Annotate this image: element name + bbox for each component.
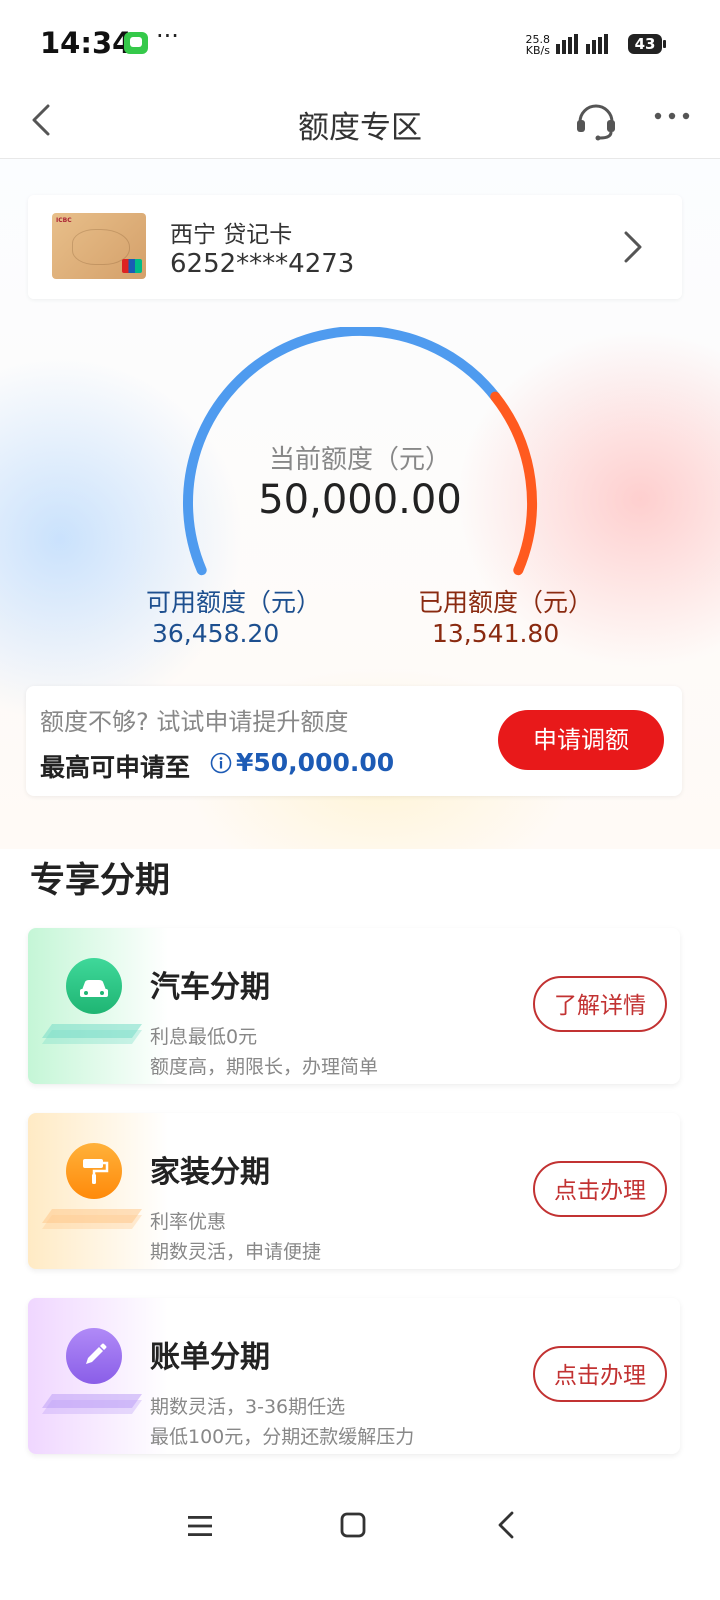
- promo-description: 期数灵活，申请便捷: [150, 1241, 322, 1263]
- promo-card-bill-installment[interactable]: 账单分期 期数灵活，3-36期任选 最低100元，分期还款缓解压力 点击办理: [28, 1298, 680, 1454]
- used-limit-label: 已用额度（元）: [418, 588, 594, 617]
- card-name: 西宁 贷记卡: [170, 222, 293, 248]
- customer-service-icon[interactable]: [574, 98, 618, 142]
- platform-icon: [42, 1209, 142, 1229]
- limit-increase-hint: 额度不够? 试试申请提升额度: [40, 708, 349, 736]
- info-icon[interactable]: [210, 752, 232, 774]
- bank-logo: ICBC: [56, 217, 72, 224]
- platform-icon: [42, 1024, 142, 1044]
- promo-title: 汽车分期: [150, 970, 270, 1005]
- battery-icon: 43: [628, 34, 666, 54]
- paint-roller-icon: [66, 1143, 122, 1199]
- card-selector[interactable]: ICBC 西宁 贷记卡 6252****4273: [28, 195, 682, 299]
- more-options-icon[interactable]: [652, 106, 692, 126]
- credit-overview: ICBC 西宁 贷记卡 6252****4273 当前额度（元） 50,000.…: [0, 159, 720, 849]
- used-limit-value: 13,541.80: [432, 619, 560, 648]
- more-notifications-icon: ···: [156, 22, 179, 50]
- promo-description: 额度高，期限长，办理简单: [150, 1056, 379, 1078]
- back-icon[interactable]: [494, 1510, 518, 1540]
- promo-subtitle: 利率优惠: [150, 1211, 227, 1233]
- message-app-icon: [124, 32, 148, 54]
- chevron-right-icon: [624, 231, 642, 263]
- system-navigation-bar: [0, 1488, 720, 1600]
- available-limit-value: 36,458.20: [152, 619, 280, 648]
- platform-icon: [42, 1394, 142, 1414]
- car-icon: [66, 958, 122, 1014]
- app-bar: 额度专区: [0, 88, 720, 159]
- promo-subtitle: 期数灵活，3-36期任选: [150, 1396, 346, 1418]
- limit-increase-panel: 额度不够? 试试申请提升额度 最高可申请至 ¥50,000.00 申请调额: [26, 686, 682, 796]
- unionpay-logo: [122, 259, 142, 273]
- apply-limit-increase-button[interactable]: 申请调额: [498, 710, 664, 770]
- status-bar: 14:34 ··· 25.8 KB/s 43: [0, 0, 720, 88]
- promo-card-car[interactable]: 汽车分期 利息最低0元 额度高，期限长，办理简单 了解详情: [28, 928, 680, 1084]
- current-limit-value: 50,000.00: [258, 477, 462, 523]
- pencil-icon: [66, 1328, 122, 1384]
- network-speed: 25.8 KB/s: [525, 33, 551, 57]
- section-title: 专享分期: [30, 861, 171, 901]
- promo-title: 家装分期: [150, 1155, 270, 1190]
- max-apply-amount: ¥50,000.00: [236, 748, 395, 777]
- home-icon[interactable]: [338, 1510, 368, 1540]
- card-number: 6252****4273: [170, 249, 355, 279]
- apply-now-button[interactable]: 点击办理: [533, 1161, 667, 1217]
- apply-now-button[interactable]: 点击办理: [533, 1346, 667, 1402]
- promo-description: 最低100元，分期还款缓解压力: [150, 1426, 415, 1448]
- recent-apps-icon[interactable]: [186, 1512, 214, 1540]
- signal-icon: [556, 34, 608, 54]
- promo-subtitle: 利息最低0元: [150, 1026, 258, 1048]
- learn-more-button[interactable]: 了解详情: [533, 976, 667, 1032]
- status-time: 14:34: [40, 26, 133, 60]
- max-apply-label: 最高可申请至: [40, 753, 191, 782]
- promo-card-home-decoration[interactable]: 家装分期 利率优惠 期数灵活，申请便捷 点击办理: [28, 1113, 680, 1269]
- bank-card-image: ICBC: [52, 213, 146, 279]
- promo-title: 账单分期: [150, 1340, 270, 1375]
- current-limit-label: 当前额度（元）: [268, 445, 451, 475]
- available-limit-label: 可用额度（元）: [146, 588, 322, 617]
